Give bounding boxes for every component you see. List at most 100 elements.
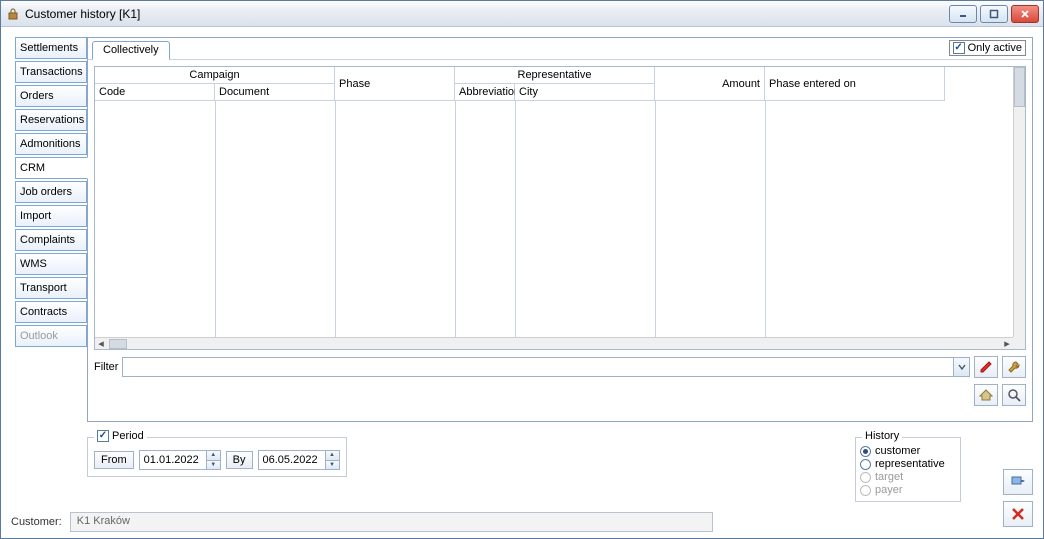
sidebar-item-label: Contracts bbox=[20, 306, 67, 318]
filter-input[interactable] bbox=[122, 357, 970, 377]
sidebar-item-transport[interactable]: Transport bbox=[15, 277, 87, 299]
search-icon bbox=[1007, 388, 1021, 402]
sidebar-item-complaints[interactable]: Complaints bbox=[15, 229, 87, 251]
history-group: History customer representative target p… bbox=[855, 437, 961, 502]
tab-label: Collectively bbox=[103, 44, 159, 56]
history-radio-representative[interactable]: representative bbox=[860, 458, 956, 470]
radio-icon bbox=[860, 446, 871, 457]
sidebar-item-orders[interactable]: Orders bbox=[15, 85, 87, 107]
sidebar-item-label: Job orders bbox=[20, 186, 72, 198]
radio-label: payer bbox=[875, 484, 903, 496]
by-spinner[interactable]: ▲▼ bbox=[325, 451, 339, 469]
customer-value: K1 Kraków bbox=[77, 515, 130, 527]
maximize-button[interactable] bbox=[980, 5, 1008, 23]
close-button[interactable] bbox=[1011, 5, 1039, 23]
sidebar-item-label: Orders bbox=[20, 90, 54, 102]
col-city[interactable]: City bbox=[515, 84, 655, 101]
period-legend-label: Period bbox=[112, 430, 144, 442]
customer-input[interactable]: K1 Kraków bbox=[70, 512, 713, 532]
titlebar: Customer history [K1] bbox=[1, 1, 1043, 27]
col-abbreviation[interactable]: Abbreviation bbox=[455, 84, 515, 101]
tab-collectively[interactable]: Collectively bbox=[92, 41, 170, 60]
chevron-down-icon[interactable] bbox=[953, 358, 969, 376]
only-active-label: Only active bbox=[968, 42, 1022, 54]
sidebar: Settlements Transactions Orders Reservat… bbox=[15, 37, 87, 349]
only-active-checkbox[interactable]: Only active bbox=[949, 40, 1026, 56]
sidebar-item-wms[interactable]: WMS bbox=[15, 253, 87, 275]
right-action-bar bbox=[1003, 469, 1033, 527]
data-grid: Campaign Phase Representative Amount Pha… bbox=[94, 66, 1026, 350]
sidebar-item-label: CRM bbox=[20, 162, 45, 174]
col-code[interactable]: Code bbox=[95, 84, 215, 101]
minimize-button[interactable] bbox=[949, 5, 977, 23]
col-phase-entered[interactable]: Phase entered on bbox=[765, 67, 945, 101]
pencil-icon bbox=[979, 360, 993, 374]
vertical-scrollbar[interactable] bbox=[1013, 67, 1025, 337]
grid-body[interactable] bbox=[95, 101, 1013, 337]
sidebar-item-job-orders[interactable]: Job orders bbox=[15, 181, 87, 203]
grid-header: Campaign Phase Representative Amount Pha… bbox=[95, 67, 1025, 101]
radio-label: representative bbox=[875, 458, 945, 470]
radio-icon bbox=[860, 485, 871, 496]
sidebar-item-label: Settlements bbox=[20, 42, 78, 54]
sidebar-item-admonitions[interactable]: Admonitions bbox=[15, 133, 87, 155]
sidebar-item-label: WMS bbox=[20, 258, 47, 270]
search-button[interactable] bbox=[1002, 384, 1026, 406]
col-group-representative[interactable]: Representative bbox=[455, 67, 655, 84]
filter-label: Filter bbox=[94, 361, 118, 373]
by-date-value: 06.05.2022 bbox=[263, 454, 318, 466]
col-group-campaign[interactable]: Campaign bbox=[95, 67, 335, 84]
pin-button[interactable] bbox=[1003, 469, 1033, 495]
sidebar-item-settlements[interactable]: Settlements bbox=[15, 37, 87, 59]
sidebar-item-label: Complaints bbox=[20, 234, 75, 246]
history-radio-customer[interactable]: customer bbox=[860, 445, 956, 457]
checkbox-icon bbox=[97, 430, 109, 442]
sidebar-item-label: Admonitions bbox=[20, 138, 81, 150]
col-amount[interactable]: Amount bbox=[655, 67, 765, 101]
tab-strip: Collectively Only active bbox=[88, 38, 1032, 60]
close-panel-button[interactable] bbox=[1003, 501, 1033, 527]
sidebar-item-crm[interactable]: CRM bbox=[15, 157, 88, 179]
radio-icon bbox=[860, 459, 871, 470]
scroll-left-icon[interactable]: ◂ bbox=[95, 338, 107, 350]
by-date-input[interactable]: 06.05.2022 ▲▼ bbox=[258, 450, 340, 470]
by-button[interactable]: By bbox=[226, 451, 253, 469]
home-button[interactable] bbox=[974, 384, 998, 406]
col-phase[interactable]: Phase bbox=[335, 67, 455, 101]
sidebar-item-import[interactable]: Import bbox=[15, 205, 87, 227]
main-panel: Collectively Only active Campaign Phase … bbox=[87, 37, 1033, 422]
sidebar-item-contracts[interactable]: Contracts bbox=[15, 301, 87, 323]
window-title: Customer history [K1] bbox=[25, 7, 140, 21]
sidebar-item-outlook[interactable]: Outlook bbox=[15, 325, 87, 347]
home-icon bbox=[979, 388, 993, 402]
action-buttons bbox=[974, 384, 1026, 406]
sidebar-item-label: Import bbox=[20, 210, 51, 222]
sidebar-item-transactions[interactable]: Transactions bbox=[15, 61, 87, 83]
col-document[interactable]: Document bbox=[215, 84, 335, 101]
sidebar-item-label: Outlook bbox=[20, 330, 58, 342]
pin-icon bbox=[1010, 474, 1026, 490]
history-radio-payer: payer bbox=[860, 484, 956, 496]
from-date-input[interactable]: 01.01.2022 ▲▼ bbox=[139, 450, 221, 470]
customer-label: Customer: bbox=[11, 516, 62, 528]
sidebar-item-reservations[interactable]: Reservations bbox=[15, 109, 87, 131]
horizontal-scrollbar[interactable]: ◂ ▸ bbox=[95, 337, 1013, 349]
close-icon bbox=[1011, 507, 1025, 521]
customer-row: Customer: K1 Kraków bbox=[11, 512, 713, 532]
period-checkbox[interactable]: Period bbox=[94, 430, 147, 442]
filter-settings-button[interactable] bbox=[1002, 356, 1026, 378]
radio-icon bbox=[860, 472, 871, 483]
checkbox-icon bbox=[953, 42, 965, 54]
filter-edit-button[interactable] bbox=[974, 356, 998, 378]
radio-label: customer bbox=[875, 445, 920, 457]
sidebar-item-label: Transport bbox=[20, 282, 67, 294]
sidebar-item-label: Reservations bbox=[20, 114, 84, 126]
from-spinner[interactable]: ▲▼ bbox=[206, 451, 220, 469]
history-radio-target: target bbox=[860, 471, 956, 483]
history-legend: History bbox=[862, 430, 902, 442]
wrench-icon bbox=[1007, 360, 1021, 374]
radio-label: target bbox=[875, 471, 903, 483]
scroll-right-icon[interactable]: ▸ bbox=[1001, 338, 1013, 350]
from-date-value: 01.01.2022 bbox=[144, 454, 199, 466]
from-button[interactable]: From bbox=[94, 451, 134, 469]
